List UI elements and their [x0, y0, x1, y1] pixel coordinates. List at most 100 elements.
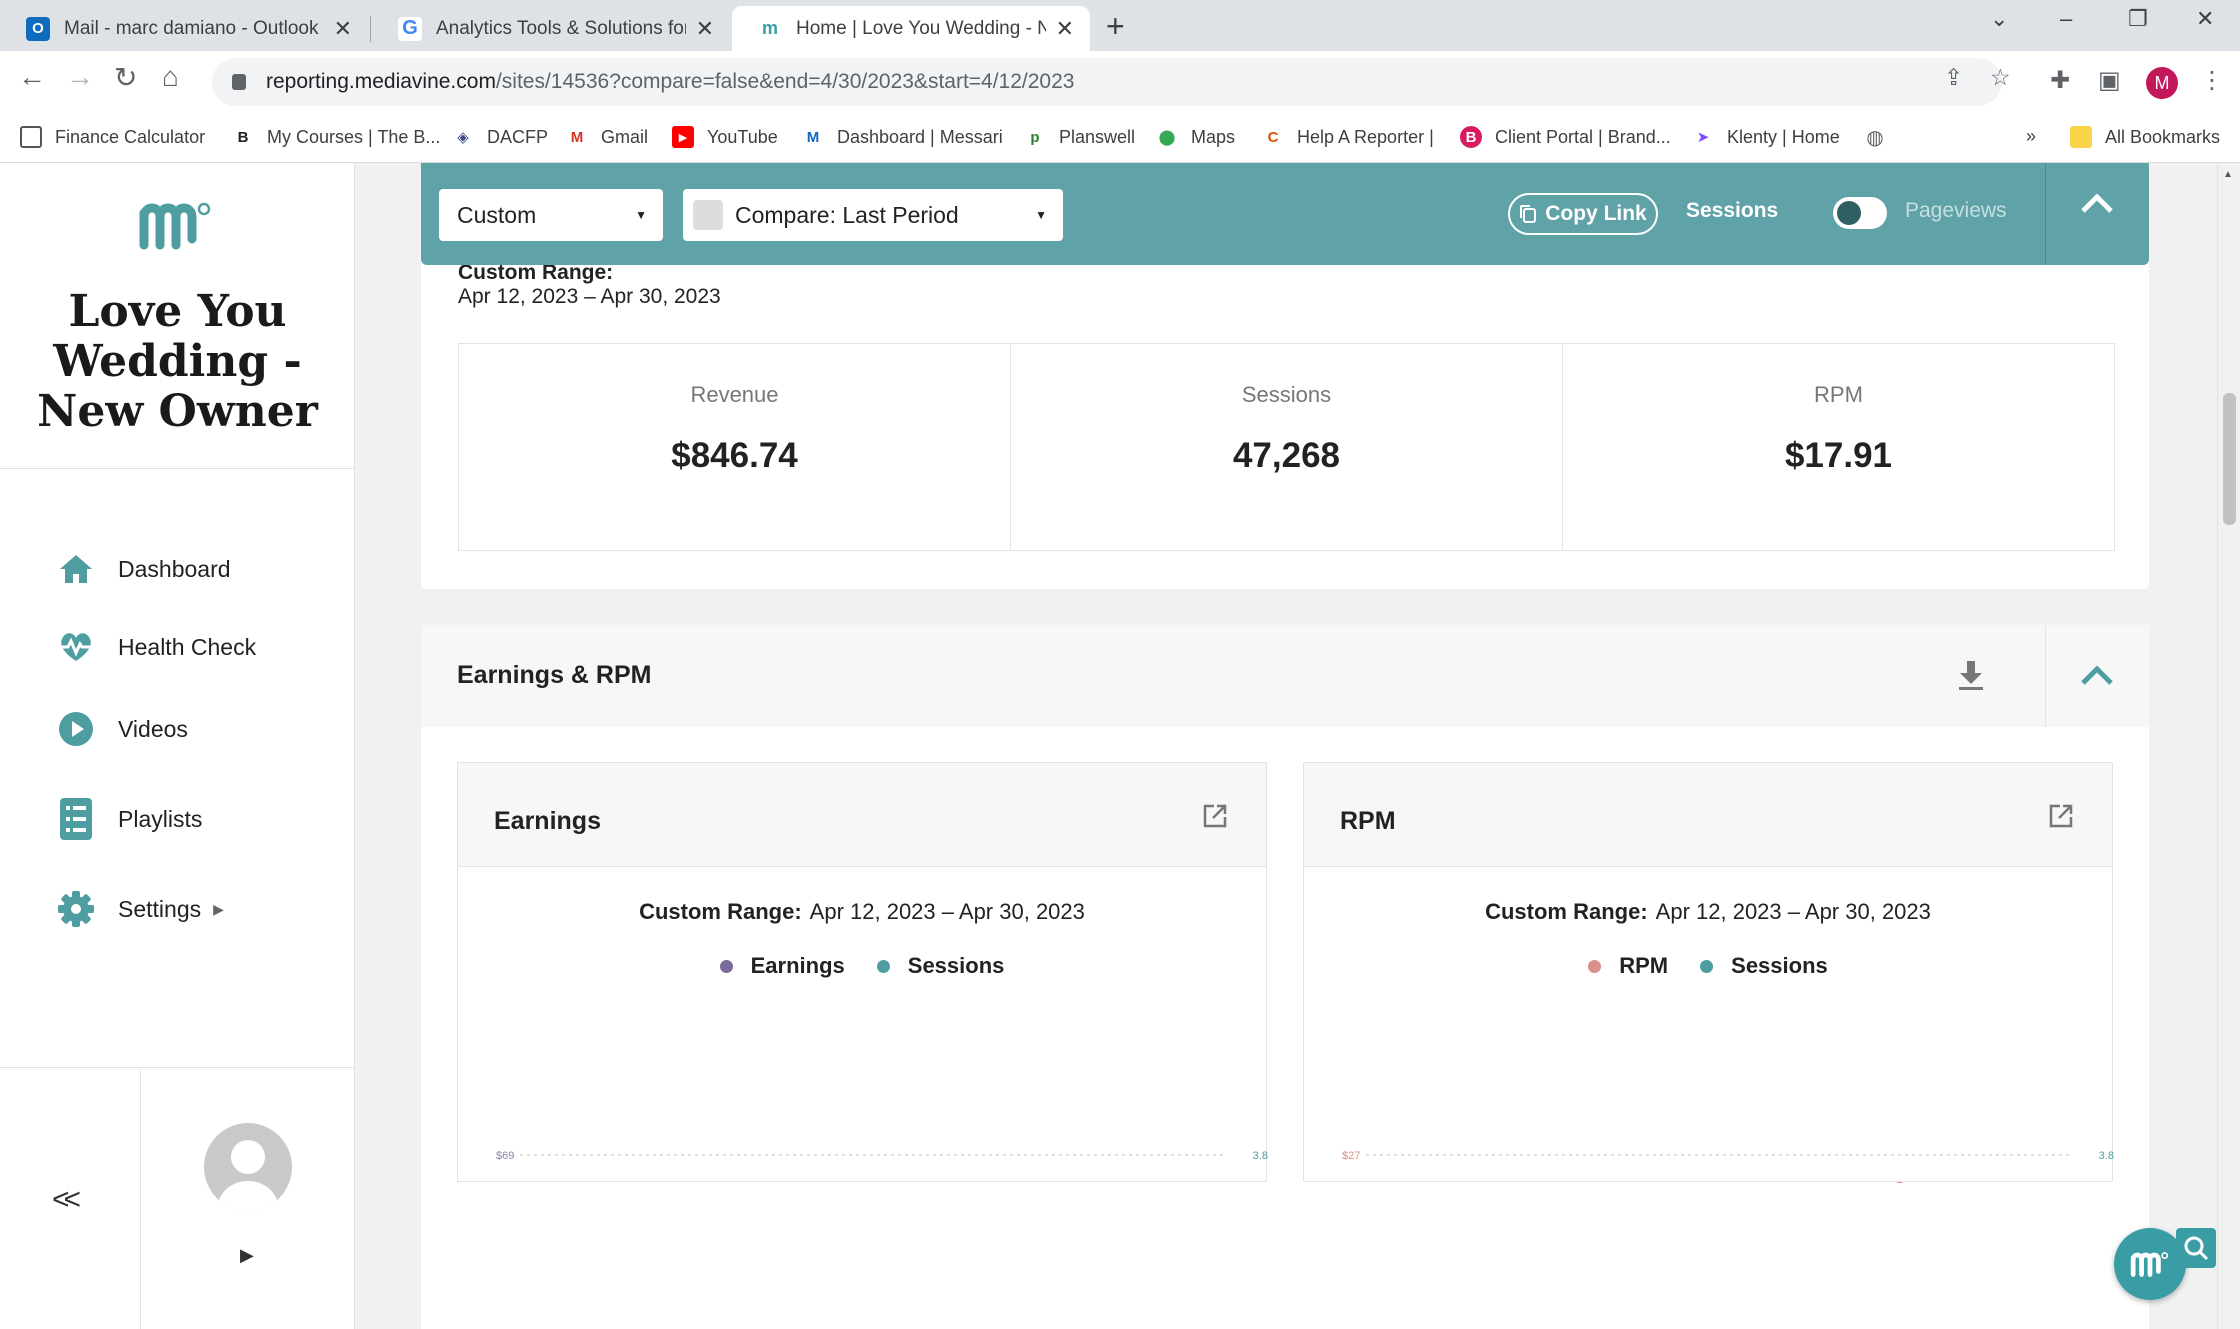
bookmark-star-icon[interactable]: ☆ — [1990, 64, 2011, 91]
share-icon[interactable]: ⇪ — [1944, 64, 1963, 91]
bookmark-planswell[interactable]: p Planswell — [1024, 126, 1135, 148]
page-scrollbar[interactable]: ▲ — [2217, 163, 2240, 1329]
close-icon[interactable]: ✕ — [1056, 16, 1074, 42]
bookmark-client-portal[interactable]: B Client Portal | Brand... — [1460, 126, 1671, 148]
sidebar-item-settings[interactable]: Settings ▶ — [56, 889, 224, 929]
home-icon — [56, 549, 96, 589]
address-bar[interactable]: reporting.mediavine.com/sites/14536?comp… — [212, 58, 2002, 106]
extensions-icon[interactable]: ✚ — [2050, 66, 2070, 95]
maps-pin-icon: ⬤ — [1158, 129, 1176, 146]
window-close-icon[interactable]: ✕ — [2196, 6, 2214, 32]
sidebar-divider — [0, 468, 355, 469]
bookmark-maps[interactable]: ⬤ Maps — [1156, 126, 1235, 148]
stat-value: $17.91 — [1784, 436, 1893, 475]
bookmark-dacfp[interactable]: ◈ DACFP — [452, 126, 548, 148]
close-icon[interactable]: ✕ — [696, 16, 714, 42]
compare-select[interactable]: Compare: Last Period ▼ — [683, 189, 1063, 241]
bookmark-label: Client Portal | Brand... — [1495, 126, 1671, 147]
avatar[interactable] — [204, 1123, 292, 1211]
sidebar-item-playlists[interactable]: Playlists — [56, 798, 202, 840]
google-icon: G — [398, 16, 422, 41]
bookmark-help-a-reporter[interactable]: C Help A Reporter | — [1262, 126, 1434, 148]
forward-icon[interactable]: → — [66, 61, 94, 93]
stat-sessions: Sessions 47,268 — [1010, 343, 1563, 551]
stat-revenue: Revenue $846.74 — [458, 343, 1011, 551]
folder-icon — [2070, 126, 2092, 148]
all-bookmarks[interactable]: All Bookmarks — [2070, 126, 2220, 148]
bookmark-label: Klenty | Home — [1727, 126, 1840, 147]
select-value: Custom — [457, 201, 537, 228]
sidebar-item-dashboard[interactable]: Dashboard — [56, 549, 231, 589]
gear-icon — [56, 889, 96, 929]
filter-bar: Custom ▼ Compare: Last Period ▼ Copy Lin… — [421, 163, 2149, 265]
collapse-section-button[interactable] — [2079, 663, 2115, 692]
y-right-tick-label: 3.8K — [2099, 1150, 2114, 1162]
mediavine-logo[interactable] — [138, 199, 214, 256]
list-icon — [56, 798, 96, 840]
profile-avatar[interactable]: M — [2146, 67, 2178, 99]
heartbeat-icon — [56, 627, 96, 667]
site-name: Love You Wedding - New Owner — [37, 286, 318, 437]
tab-search-icon[interactable]: ⌄ — [1990, 6, 2008, 32]
sidebar-vertical-divider — [140, 1069, 141, 1329]
outlook-icon: O — [26, 16, 50, 41]
earnings-line-chart: $00$17953$351.9K$522.9K$693.8K — [496, 1150, 1268, 1183]
restore-icon[interactable]: ❐ — [2128, 6, 2148, 32]
caret-right-icon: ▶ — [213, 900, 224, 917]
minimize-icon[interactable]: – — [2060, 6, 2072, 32]
stat-value: $846.74 — [671, 436, 798, 475]
klenty-icon: ➤ — [1696, 129, 1710, 146]
scroll-up-icon[interactable]: ▲ — [2223, 169, 2233, 180]
bookmark-globe[interactable]: ◍ — [1864, 126, 1899, 149]
bookmark-my-courses[interactable]: B My Courses | The B... — [232, 126, 441, 148]
bookmark-label: Maps — [1191, 126, 1236, 147]
browser-toolbar: ← → ↻ ⌂ reporting.mediavine.com/sites/14… — [0, 51, 2240, 114]
reload-icon[interactable]: ↻ — [114, 61, 137, 94]
haro-icon: C — [1267, 128, 1279, 146]
tab-mediavine-home[interactable]: m Home | Love You Wedding - New ✕ — [732, 6, 1090, 51]
bookmark-gmail[interactable]: M Gmail — [566, 126, 648, 148]
caret-right-icon[interactable]: ▶ — [240, 1245, 254, 1266]
sidebar-item-label: Health Check — [118, 633, 257, 660]
globe-icon: ◍ — [1866, 126, 1884, 149]
bookmarks-bar: Finance Calculator B My Courses | The B..… — [0, 114, 2240, 163]
back-icon[interactable]: ← — [18, 61, 46, 93]
home-icon[interactable]: ⌂ — [162, 61, 179, 93]
sidebar-item-health-check[interactable]: Health Check — [56, 627, 256, 667]
sidebar-item-videos[interactable]: Videos — [56, 709, 188, 749]
bookmark-label: Gmail — [601, 126, 649, 147]
more-bookmarks-button[interactable]: » — [2026, 126, 2036, 147]
play-icon — [56, 709, 96, 749]
sessions-pageviews-toggle[interactable] — [1833, 197, 1887, 229]
menu-icon[interactable]: ⋮ — [2200, 66, 2224, 95]
copy-link-label: Copy Link — [1545, 202, 1647, 225]
tab-google-analytics[interactable]: G Analytics Tools & Solutions for Y ✕ — [372, 6, 730, 51]
bookmark-messari[interactable]: M Dashboard | Messari — [802, 126, 1003, 148]
bookmark-finance-calculator[interactable]: Finance Calculator — [20, 126, 205, 148]
dropdown-caret-icon: ▼ — [1035, 208, 1047, 222]
date-range-select[interactable]: Custom ▼ — [439, 189, 663, 241]
bookmark-label: DACFP — [487, 126, 549, 147]
scrollbar-thumb[interactable] — [2223, 393, 2236, 525]
bookmark-label: Help A Reporter | — [1297, 126, 1434, 147]
download-icon — [1959, 661, 1983, 690]
stat-rpm: RPM $17.91 — [1562, 343, 2115, 551]
copy-link-button[interactable]: Copy Link — [1508, 193, 1658, 235]
bookmark-youtube[interactable]: ▶ YouTube — [672, 126, 778, 148]
url-path: /sites/14536?compare=false&end=4/30/2023… — [495, 70, 1075, 93]
toggle-sessions-label[interactable]: Sessions — [1686, 199, 1778, 223]
bookmark-klenty[interactable]: ➤ Klenty | Home — [1692, 126, 1840, 148]
download-button[interactable] — [1957, 659, 1985, 696]
side-panel-icon[interactable]: ▣ — [2098, 66, 2121, 95]
close-icon[interactable]: ✕ — [334, 16, 352, 42]
zoom-search-button[interactable] — [2176, 1228, 2216, 1268]
planswell-icon: p — [1030, 128, 1040, 146]
toggle-pageviews-label[interactable]: Pageviews — [1905, 199, 2007, 223]
tab-outlook[interactable]: O Mail - marc damiano - Outlook ✕ — [0, 6, 368, 51]
collapse-sidebar-button[interactable]: << — [52, 1183, 81, 1217]
collapse-filters-button[interactable] — [2079, 191, 2115, 220]
mediavine-icon — [2130, 1252, 2169, 1277]
tab-title: Mail - marc damiano - Outlook — [64, 17, 319, 39]
chevron-up-icon — [2081, 665, 2113, 685]
new-tab-button[interactable]: + — [1106, 8, 1125, 45]
